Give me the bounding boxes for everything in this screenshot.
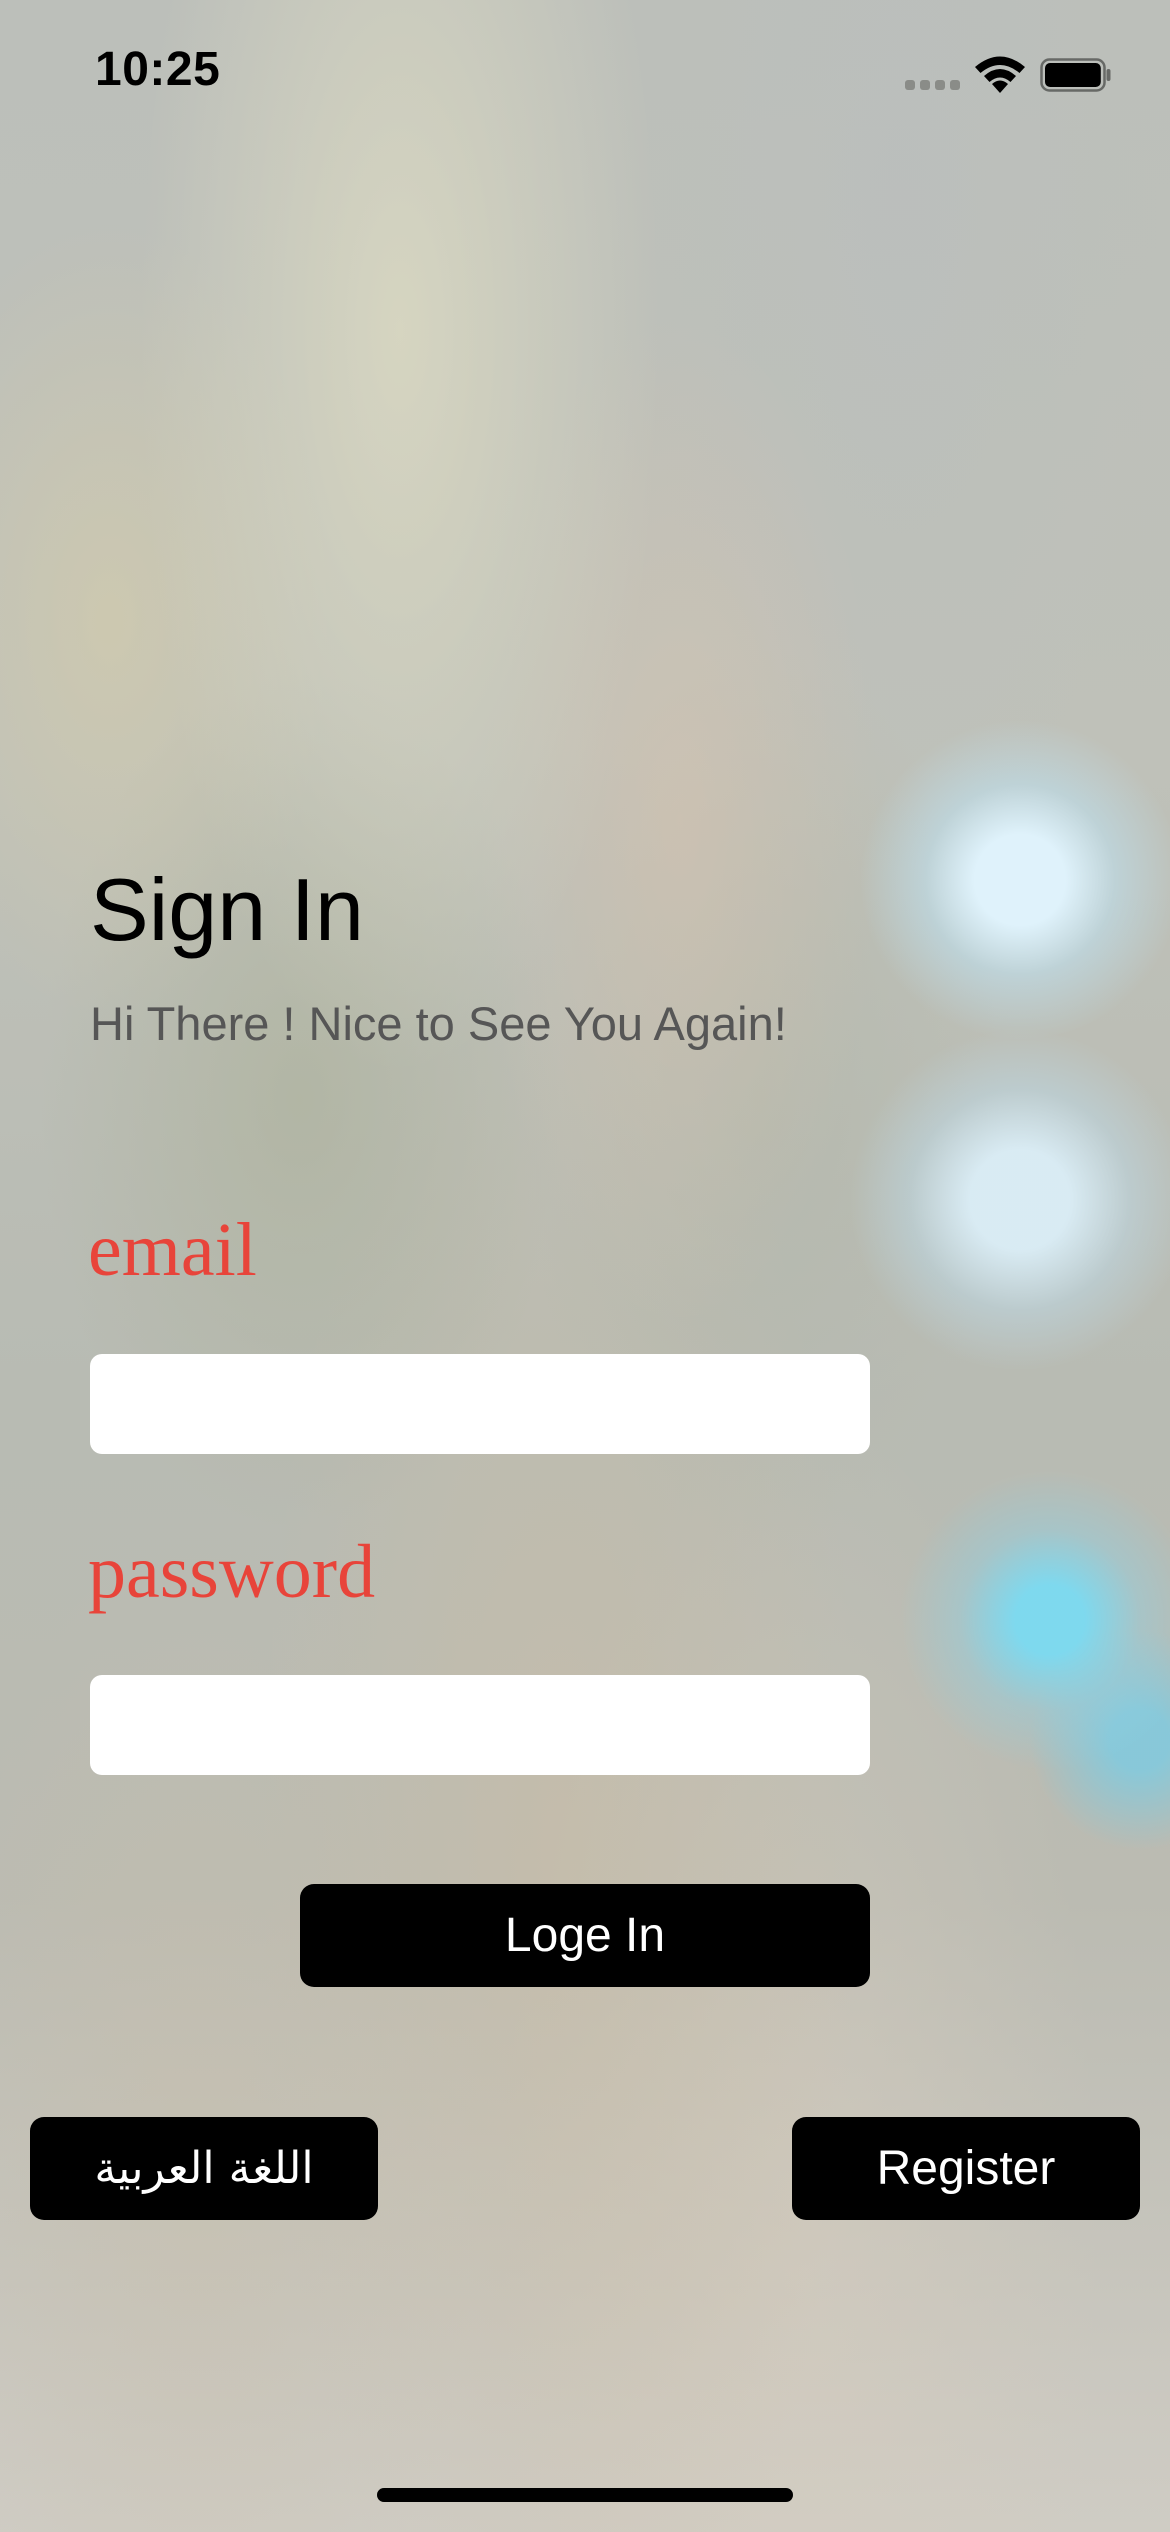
login-button[interactable]: Loge In: [300, 1884, 870, 1987]
email-label: email: [88, 1208, 257, 1292]
password-label: password: [88, 1530, 376, 1614]
page-subtitle: Hi There ! Nice to See You Again!: [90, 997, 787, 1050]
password-field[interactable]: [90, 1675, 870, 1775]
login-screen: 10:25 Sign In Hi There ! Nice to See You…: [0, 0, 1170, 2532]
home-indicator[interactable]: [377, 2488, 793, 2502]
arabic-language-button[interactable]: اللغة العربية: [30, 2117, 378, 2220]
page-title: Sign In: [90, 860, 364, 959]
register-button[interactable]: Register: [792, 2117, 1140, 2220]
email-field[interactable]: [90, 1354, 870, 1454]
